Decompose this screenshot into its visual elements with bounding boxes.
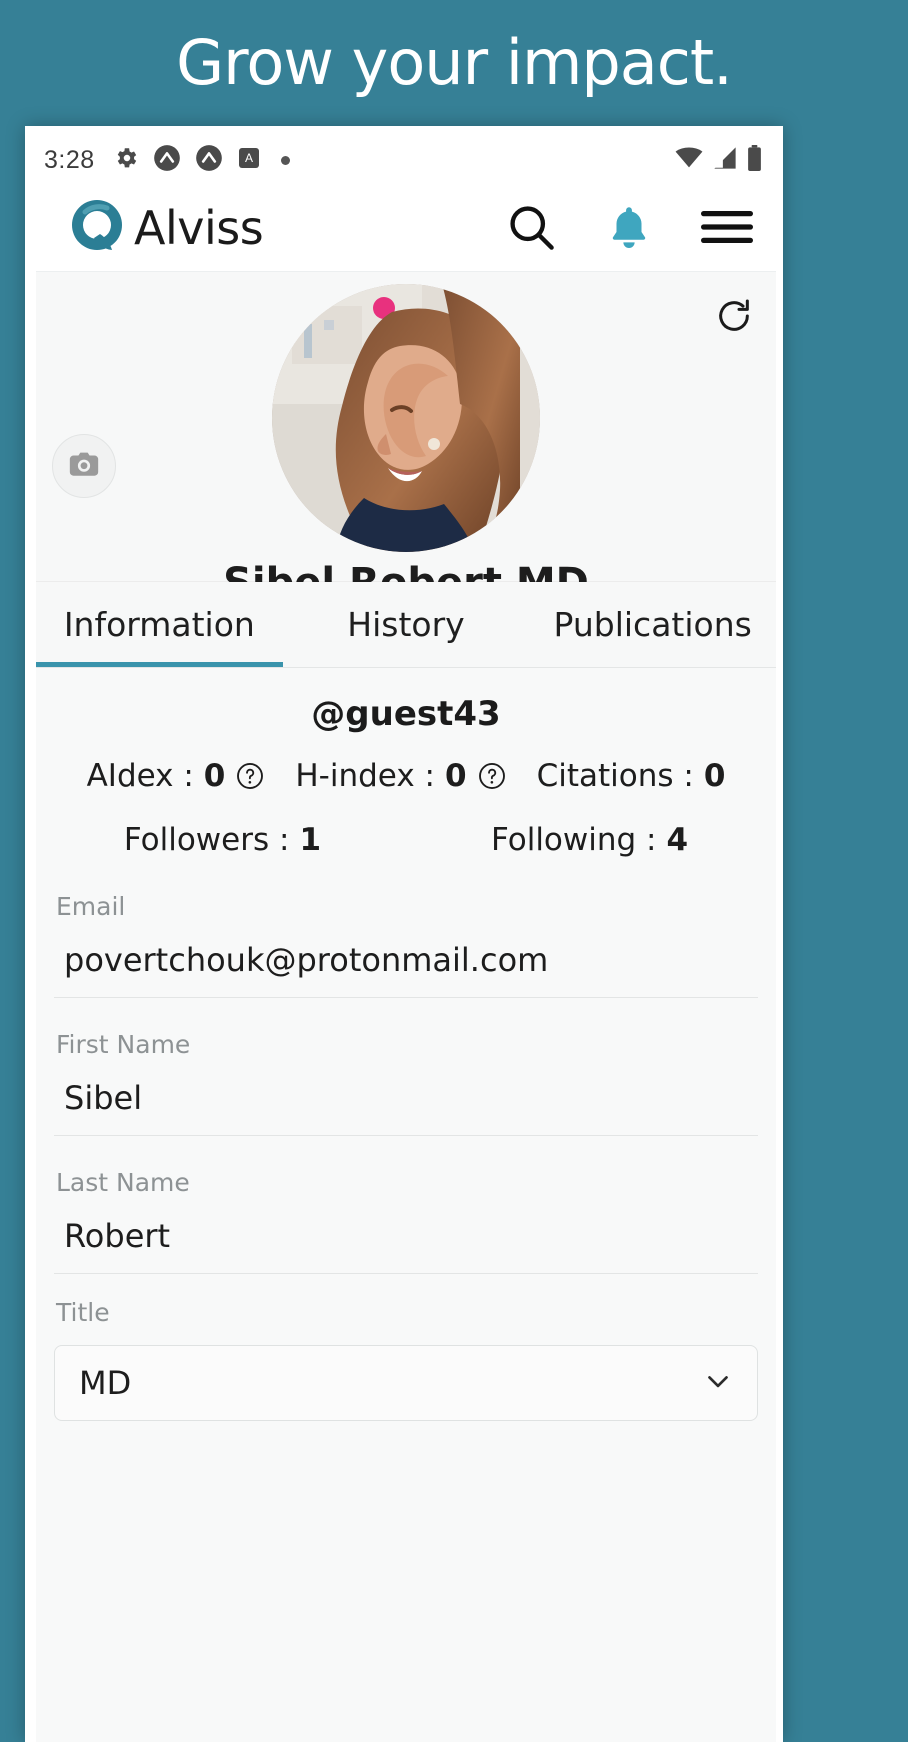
refresh-button[interactable] <box>708 292 760 344</box>
profile-tabs: Information History Publications <box>36 582 776 668</box>
tab-history[interactable]: History <box>283 582 530 667</box>
phone-screen: 3:28 A Alviss Information History Public… <box>36 136 776 1742</box>
followers-label: Followers : <box>123 822 290 858</box>
first-name-field-group: First Name <box>54 998 758 1136</box>
help-icon[interactable] <box>235 761 265 791</box>
tab-publications-label: Publications <box>553 605 752 644</box>
followers-value: 1 <box>299 822 322 858</box>
metric-citations-value: 0 <box>703 758 726 794</box>
chevron-down-icon <box>701 1364 735 1403</box>
metric-hindex: H-index : 0 <box>295 758 506 794</box>
email-label: Email <box>56 892 126 921</box>
help-icon[interactable] <box>477 761 507 791</box>
promo-headline: Grow your impact. <box>176 26 733 99</box>
app-bar: Alviss <box>36 184 776 272</box>
hamburger-menu-icon <box>701 207 753 250</box>
email-input[interactable] <box>54 921 758 998</box>
phone-frame: 3:28 A Alviss Information History Public… <box>25 126 783 1742</box>
first-name-label: First Name <box>56 1030 191 1059</box>
title-field-group: Title MD <box>54 1274 758 1421</box>
metrics-row: AIdex : 0 H-index : 0 Citations : 0 <box>36 750 776 800</box>
tab-information[interactable]: Information <box>36 582 283 667</box>
metric-aidex: AIdex : 0 <box>87 758 266 794</box>
wifi-icon <box>675 147 703 174</box>
letter-a-box-icon: A <box>237 146 261 175</box>
menu-button[interactable] <box>678 184 776 272</box>
metric-citations: Citations : 0 <box>537 758 726 794</box>
profile-photo <box>272 284 540 552</box>
app-bar-actions <box>482 184 776 272</box>
last-name-label: Last Name <box>56 1168 190 1197</box>
refresh-icon <box>714 296 754 341</box>
metric-aidex-label: AIdex : <box>86 758 194 794</box>
status-bar-right-icons <box>675 136 762 184</box>
following-stat[interactable]: Following : 4 <box>491 822 688 858</box>
title-label: Title <box>56 1298 110 1327</box>
chevron-circle-icon <box>153 144 181 177</box>
tab-information-label: Information <box>63 605 255 644</box>
change-photo-button[interactable] <box>52 434 116 498</box>
dot-icon <box>280 155 290 165</box>
email-field-group: Email <box>54 876 758 998</box>
status-bar-clock: 3:28 <box>44 145 95 174</box>
status-bar-left-icons: A <box>113 144 290 177</box>
social-row: Followers : 1 Following : 4 <box>36 800 776 876</box>
last-name-field-group: Last Name <box>54 1136 758 1274</box>
following-label: Following : <box>491 822 657 858</box>
tab-publications[interactable]: Publications <box>529 582 776 667</box>
tab-history-label: History <box>347 605 465 644</box>
status-bar: 3:28 A <box>36 136 776 184</box>
following-value: 4 <box>666 822 689 858</box>
gear-icon <box>113 145 139 176</box>
cellular-signal-icon <box>712 146 738 174</box>
camera-icon <box>67 447 101 486</box>
followers-stat[interactable]: Followers : 1 <box>124 822 321 858</box>
alviss-q-logo-icon <box>66 194 128 261</box>
metric-hindex-label: H-index : <box>295 758 435 794</box>
metric-aidex-value: 0 <box>203 758 226 794</box>
profile-handle: @guest43 <box>311 694 501 734</box>
metric-citations-label: Citations : <box>536 758 694 794</box>
avatar[interactable] <box>272 284 540 552</box>
chevron-circle-icon <box>195 144 223 177</box>
information-panel: @guest43 AIdex : 0 H-index : 0 Citations… <box>36 668 776 1742</box>
metric-hindex-value: 0 <box>444 758 467 794</box>
title-select-value: MD <box>79 1364 132 1402</box>
profile-header: Sibel Robert MD <box>36 272 776 606</box>
search-button[interactable] <box>482 184 580 272</box>
battery-icon <box>747 144 762 176</box>
first-name-input[interactable] <box>54 1059 758 1136</box>
brand-logo[interactable]: Alviss <box>66 194 264 261</box>
svg-text:A: A <box>245 151 253 165</box>
notifications-button[interactable] <box>580 184 678 272</box>
brand-name: Alviss <box>134 200 264 255</box>
search-icon <box>505 201 557 256</box>
last-name-input[interactable] <box>54 1197 758 1274</box>
title-select[interactable]: MD <box>54 1345 758 1421</box>
bell-icon <box>604 202 654 255</box>
